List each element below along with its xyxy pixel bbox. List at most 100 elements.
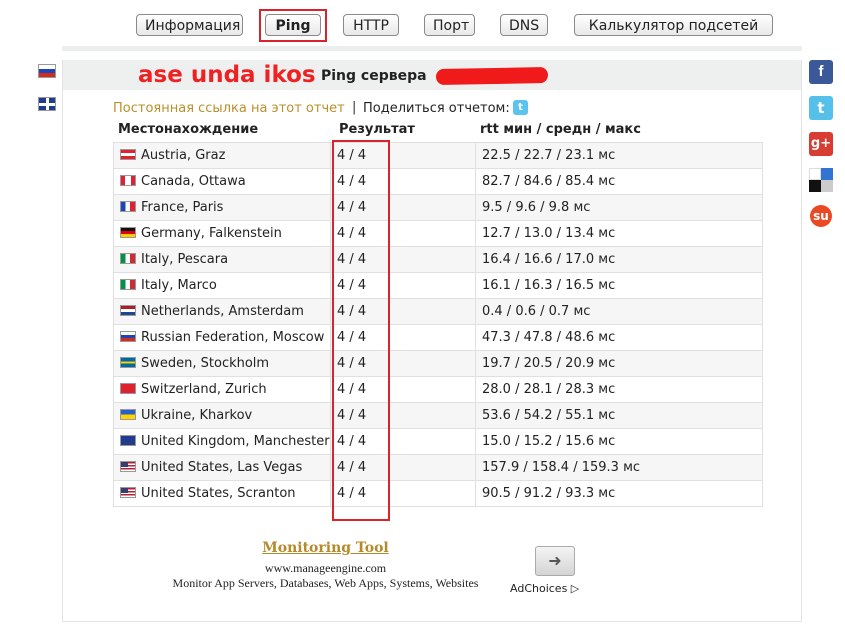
tab-port[interactable]: Порт <box>424 14 475 36</box>
adchoices-link[interactable]: AdChoices ▷ <box>510 582 579 595</box>
stumbleupon-icon[interactable]: su <box>810 205 832 227</box>
location-cell: Netherlands, Amsterdam <box>113 298 331 325</box>
rtt-cell: 16.1 / 16.3 / 16.5 мс <box>475 272 763 299</box>
col-header-rtt: rtt мин / средн / макс <box>480 122 641 137</box>
location-text: Canada, Ottawa <box>141 174 246 189</box>
result-cell: 4 / 4 <box>330 324 476 351</box>
result-cell: 4 / 4 <box>330 246 476 273</box>
ad-title-link[interactable]: Monitoring Tool <box>113 540 538 556</box>
annotation-text: ase unda ikos <box>138 62 316 88</box>
permalink-link[interactable]: Постоянная ссылка на этот отчет <box>113 101 345 116</box>
facebook-icon[interactable]: f <box>809 60 833 84</box>
col-header-location: Местонахождение <box>118 122 259 137</box>
location-text: Germany, Falkenstein <box>141 226 282 241</box>
redaction-mark <box>435 67 549 85</box>
location-text: Sweden, Stockholm <box>141 356 270 371</box>
twitter-share-icon[interactable]: t <box>513 100 528 115</box>
russia-flag-icon[interactable] <box>38 64 56 78</box>
result-cell: 4 / 4 <box>330 454 476 481</box>
location-text: France, Paris <box>141 200 224 215</box>
google-plus-icon[interactable]: g+ <box>809 132 833 156</box>
rtt-cell: 157.9 / 158.4 / 159.3 мс <box>475 454 763 481</box>
ad-url: www.manageengine.com <box>264 561 387 575</box>
it-flag-icon <box>120 279 136 290</box>
location-cell: Germany, Falkenstein <box>113 220 331 247</box>
rtt-cell: 15.0 / 15.2 / 15.6 мс <box>475 428 763 455</box>
ping-tab-highlight <box>259 9 327 42</box>
arrow-right-icon[interactable]: ➜ <box>535 546 575 576</box>
rtt-cell: 47.3 / 47.8 / 48.6 мс <box>475 324 763 351</box>
location-text: Russian Federation, Moscow <box>141 330 325 345</box>
location-cell: United States, Las Vegas <box>113 454 331 481</box>
twitter-icon[interactable]: t <box>809 96 833 120</box>
table-row: Italy, Pescara 4 / 4 16.4 / 16.6 / 17.0 мс <box>113 246 763 273</box>
result-cell: 4 / 4 <box>330 168 476 195</box>
location-text: United States, Las Vegas <box>141 460 303 475</box>
table-row: United Kingdom, Manchester 4 / 4 15.0 / 15… <box>113 428 763 455</box>
result-cell: 4 / 4 <box>330 480 476 507</box>
de-flag-icon <box>120 227 136 238</box>
result-cell: 4 / 4 <box>330 142 476 169</box>
result-cell: 4 / 4 <box>330 220 476 247</box>
table-row: United States, Scranton 4 / 4 90.5 / 91.2 … <box>113 480 763 507</box>
location-cell: Ukraine, Kharkov <box>113 402 331 429</box>
location-text: Ukraine, Kharkov <box>141 408 253 423</box>
share-label: Поделиться отчетом: <box>363 101 510 116</box>
at-flag-icon <box>120 149 136 160</box>
location-text: Italy, Marco <box>141 278 217 293</box>
result-cell: 4 / 4 <box>330 428 476 455</box>
nl-flag-icon <box>120 305 136 316</box>
rtt-cell: 53.6 / 54.2 / 55.1 мс <box>475 402 763 429</box>
tab-info[interactable]: Информация <box>136 14 243 36</box>
location-cell: Italy, Pescara <box>113 246 331 273</box>
tab-dns[interactable]: DNS <box>500 14 548 36</box>
table-row: Sweden, Stockholm 4 / 4 19.7 / 20.5 / 20.9… <box>113 350 763 377</box>
ch-flag-icon <box>120 383 136 394</box>
location-text: Switzerland, Zurich <box>141 382 267 397</box>
location-cell: United Kingdom, Manchester <box>113 428 331 455</box>
table-row: France, Paris 4 / 4 9.5 / 9.6 / 9.8 мс <box>113 194 763 221</box>
location-cell: Sweden, Stockholm <box>113 350 331 377</box>
gb-flag-icon <box>120 435 136 446</box>
result-cell: 4 / 4 <box>330 298 476 325</box>
location-cell: France, Paris <box>113 194 331 221</box>
rtt-cell: 82.7 / 84.6 / 85.4 мс <box>475 168 763 195</box>
ad-block: Monitoring Tool www.manageengine.com Mon… <box>113 534 603 595</box>
uk-flag-icon[interactable] <box>38 97 56 111</box>
col-header-result: Результат <box>339 122 415 137</box>
location-text: Netherlands, Amsterdam <box>141 304 304 319</box>
ua-flag-icon <box>120 409 136 420</box>
result-cell: 4 / 4 <box>330 194 476 221</box>
table-row: United States, Las Vegas 4 / 4 157.9 / 158… <box>113 454 763 481</box>
ad-text: Monitor App Servers, Databases, Web Apps… <box>172 576 479 590</box>
result-cell: 4 / 4 <box>330 272 476 299</box>
rtt-cell: 9.5 / 9.6 / 9.8 мс <box>475 194 763 221</box>
table-row: Russian Federation, Moscow 4 / 4 47.3 / 47… <box>113 324 763 351</box>
se-flag-icon <box>120 357 136 368</box>
us-flag-icon <box>120 487 136 498</box>
rtt-cell: 16.4 / 16.6 / 17.0 мс <box>475 246 763 273</box>
location-cell: United States, Scranton <box>113 480 331 507</box>
us-flag-icon <box>120 461 136 472</box>
results-table: Austria, Graz 4 / 4 22.5 / 22.7 / 23.1 мс C… <box>113 142 763 507</box>
location-text: Italy, Pescara <box>141 252 229 267</box>
tab-http[interactable]: HTTP <box>343 14 399 36</box>
location-cell: Switzerland, Zurich <box>113 376 331 403</box>
fr-flag-icon <box>120 201 136 212</box>
table-row: Netherlands, Amsterdam 4 / 4 0.4 / 0.6 / 0… <box>113 298 763 325</box>
table-row: Switzerland, Zurich 4 / 4 28.0 / 28.1 / 28… <box>113 376 763 403</box>
rtt-cell: 12.7 / 13.0 / 13.4 мс <box>475 220 763 247</box>
location-text: United Kingdom, Manchester <box>141 434 330 449</box>
it-flag-icon <box>120 253 136 264</box>
result-cell: 4 / 4 <box>330 376 476 403</box>
rtt-cell: 22.5 / 22.7 / 23.1 мс <box>475 142 763 169</box>
table-row: Austria, Graz 4 / 4 22.5 / 22.7 / 23.1 мс <box>113 142 763 169</box>
table-row: Germany, Falkenstein 4 / 4 12.7 / 13.0 / 1… <box>113 220 763 247</box>
location-cell: Canada, Ottawa <box>113 168 331 195</box>
location-cell: Italy, Marco <box>113 272 331 299</box>
rtt-cell: 19.7 / 20.5 / 20.9 мс <box>475 350 763 377</box>
delicious-icon[interactable] <box>809 168 833 192</box>
tab-subnet-calculator[interactable]: Калькулятор подсетей <box>574 14 773 36</box>
rtt-cell: 28.0 / 28.1 / 28.3 мс <box>475 376 763 403</box>
result-cell: 4 / 4 <box>330 402 476 429</box>
